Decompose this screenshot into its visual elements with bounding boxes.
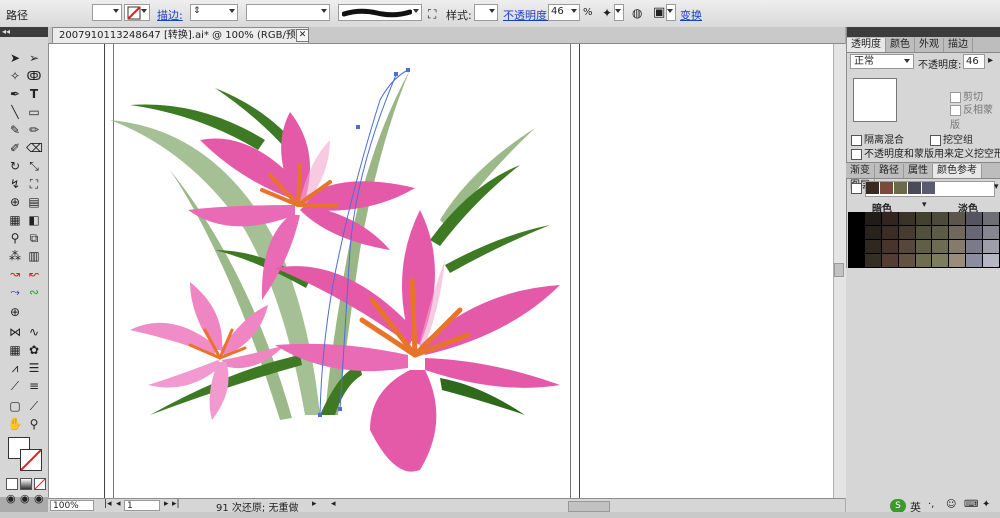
tab-attributes[interactable]: 属性 — [904, 164, 933, 178]
panel-empty-area — [846, 268, 1000, 496]
panel-opacity-label: 不透明度: — [918, 60, 962, 71]
invert-mask-checkbox[interactable]: 反相蒙版 — [950, 101, 1000, 131]
color-guide-panel-tabs: 渐变路径属性颜色参考图层 — [846, 162, 1000, 193]
artboard-number-input[interactable]: 1 — [124, 500, 160, 511]
tab-pathfinder[interactable]: 路径 — [875, 164, 904, 178]
color-variation-swatch[interactable] — [949, 212, 966, 225]
color-variation-swatch[interactable] — [881, 212, 898, 225]
leaf-dark-4 — [445, 225, 550, 273]
color-variation-swatch[interactable] — [881, 254, 898, 267]
color-variation-swatch[interactable] — [898, 226, 915, 239]
color-variation-swatch[interactable] — [966, 240, 983, 253]
scroll-left-icon[interactable]: ◂ — [331, 499, 336, 509]
tab-color-guide[interactable]: 颜色参考 — [933, 164, 982, 178]
color-variation-swatch[interactable] — [983, 212, 999, 225]
color-variation-swatch[interactable] — [898, 240, 915, 253]
color-variation-swatch[interactable] — [881, 240, 898, 253]
status-bar: 100% |◂ ◂ 1 ▸ ▸| 91 次还原; 无重做 ▸ ◂ — [48, 498, 845, 514]
ime-settings-icon[interactable]: ✦ — [982, 499, 990, 510]
tab-appearance[interactable]: 外观 — [915, 38, 944, 52]
first-artboard-icon[interactable]: |◂ — [104, 499, 112, 509]
color-variation-swatch[interactable] — [983, 240, 999, 253]
base-color-swatch[interactable] — [851, 183, 862, 194]
zoom-level-dropdown[interactable]: 100% — [50, 500, 94, 511]
color-variation-swatch[interactable] — [864, 240, 881, 253]
harmony-color-1[interactable] — [866, 182, 879, 194]
color-variation-swatch[interactable] — [966, 254, 983, 267]
tab-color[interactable]: 颜色 — [886, 38, 915, 52]
color-variation-swatch[interactable] — [949, 226, 966, 239]
color-variation-swatch[interactable] — [881, 226, 898, 239]
color-variation-swatch[interactable] — [983, 226, 999, 239]
color-variation-swatch[interactable] — [915, 212, 932, 225]
transparency-panel-tabs: 透明度 颜色 外观 描边 — [847, 37, 1000, 53]
color-variation-swatch[interactable] — [915, 240, 932, 253]
color-variations-grid[interactable] — [848, 212, 1000, 268]
tab-stroke[interactable]: 描边 — [944, 38, 973, 52]
last-artboard-icon[interactable]: ▸| — [172, 499, 180, 509]
color-variation-swatch[interactable] — [949, 254, 966, 267]
color-variation-swatch[interactable] — [983, 254, 999, 267]
harmony-color-4[interactable] — [908, 182, 921, 194]
ime-punctuation-icon[interactable]: ·, — [928, 499, 934, 510]
ime-keyboard-icon[interactable]: ⌨ — [964, 499, 978, 510]
panel-opacity-input[interactable]: 46 — [963, 54, 985, 69]
leaf-dark-1 — [130, 104, 265, 150]
next-artboard-icon[interactable]: ▸ — [164, 499, 169, 509]
harmony-color-3[interactable] — [894, 182, 907, 194]
blend-mode-dropdown[interactable]: 正常 — [850, 54, 914, 69]
tab-transparency[interactable]: 透明度 — [847, 38, 886, 52]
color-variation-swatch[interactable] — [864, 212, 881, 225]
color-variation-swatch[interactable] — [898, 254, 915, 267]
harmony-color-2[interactable] — [880, 182, 893, 194]
panel-dock-header — [847, 27, 1000, 37]
object-thumbnail — [853, 78, 897, 122]
panel-opacity-arrow-icon[interactable]: ▸ — [988, 55, 993, 66]
vertical-scroll-thumb[interactable] — [834, 263, 844, 277]
horizontal-scroll-thumb[interactable] — [568, 501, 610, 512]
color-variation-swatch[interactable] — [932, 254, 949, 267]
color-variation-swatch[interactable] — [966, 212, 983, 225]
prev-artboard-icon[interactable]: ◂ — [116, 499, 121, 509]
ime-emoji-icon[interactable]: ☺ — [946, 499, 956, 510]
front-lily — [275, 210, 560, 472]
color-variation-swatch[interactable] — [932, 240, 949, 253]
color-variation-swatch[interactable] — [915, 226, 932, 239]
shades-tints-arrow-icon: ▾ — [922, 200, 927, 210]
color-variation-swatch[interactable] — [864, 226, 881, 239]
opacity-mask-checkbox[interactable]: 不透明度和蒙版用来定义挖空形状 — [851, 145, 1000, 160]
color-variation-swatch[interactable] — [932, 226, 949, 239]
isolate-blending-checkbox[interactable]: 隔离混合 — [851, 131, 904, 146]
harmony-dropdown-arrow-icon[interactable]: ▾ — [994, 182, 999, 192]
color-variation-swatch[interactable] — [898, 212, 915, 225]
color-variation-swatch[interactable] — [932, 212, 949, 225]
color-variation-swatch[interactable] — [949, 240, 966, 253]
ime-logo-icon[interactable]: S — [890, 499, 906, 513]
color-variation-swatch[interactable] — [915, 254, 932, 267]
harmony-color-5[interactable] — [922, 182, 935, 194]
tab-gradient[interactable]: 渐变 — [846, 164, 875, 178]
status-menu-icon[interactable]: ▸ — [312, 499, 317, 509]
knockout-group-checkbox[interactable]: 挖空组 — [930, 131, 973, 146]
color-variation-swatch[interactable] — [966, 226, 983, 239]
color-variation-swatch[interactable] — [864, 254, 881, 267]
window-bottom-edge — [0, 512, 1000, 518]
